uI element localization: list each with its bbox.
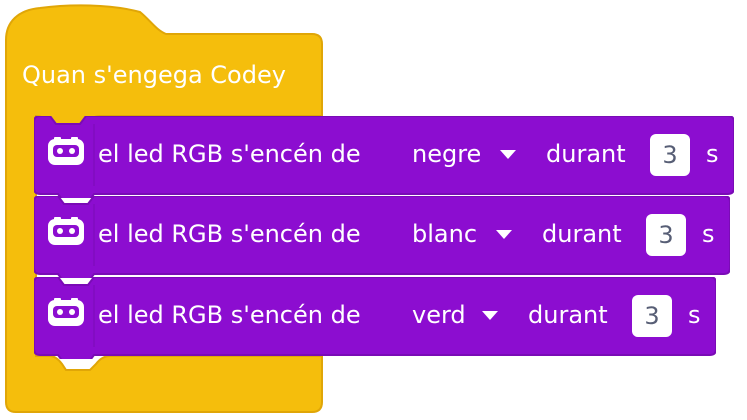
unit-label: s xyxy=(688,301,701,329)
block-prefix-text: el led RGB s'encén de xyxy=(98,301,361,329)
color-dropdown[interactable]: verd xyxy=(406,289,516,339)
during-label: durant xyxy=(546,140,626,168)
color-dropdown-value: negre xyxy=(412,140,482,168)
script-canvas: Quan s'engega Codey el led RGB s'encén d… xyxy=(0,0,747,420)
color-dropdown-value: blanc xyxy=(412,220,478,248)
block-prefix-text: el led RGB s'encén de xyxy=(98,220,361,248)
color-dropdown[interactable]: blanc xyxy=(406,208,526,258)
block-prefix-text: el led RGB s'encén de xyxy=(98,140,361,168)
duration-input[interactable]: 3 xyxy=(650,134,690,176)
robot-face-icon xyxy=(48,217,84,245)
color-dropdown-value: verd xyxy=(412,301,466,329)
unit-label: s xyxy=(706,140,719,168)
rgb-led-block-2[interactable]: el led RGB s'encén de blanc durant 3 s xyxy=(34,196,730,278)
duration-input[interactable]: 3 xyxy=(632,295,672,337)
rgb-led-block-3[interactable]: el led RGB s'encén de verd durant 3 s xyxy=(34,277,716,359)
color-dropdown[interactable]: negre xyxy=(406,128,526,178)
hat-block-label: Quan s'engega Codey xyxy=(22,61,286,89)
unit-label: s xyxy=(702,220,715,248)
caret-down-icon xyxy=(482,311,498,320)
robot-face-icon xyxy=(48,137,84,165)
during-label: durant xyxy=(528,301,608,329)
caret-down-icon xyxy=(500,150,516,159)
caret-down-icon xyxy=(496,230,512,239)
rgb-led-block-1[interactable]: el led RGB s'encén de negre durant 3 s xyxy=(34,116,734,198)
during-label: durant xyxy=(542,220,622,248)
duration-input[interactable]: 3 xyxy=(646,214,686,256)
robot-face-icon xyxy=(48,298,84,326)
